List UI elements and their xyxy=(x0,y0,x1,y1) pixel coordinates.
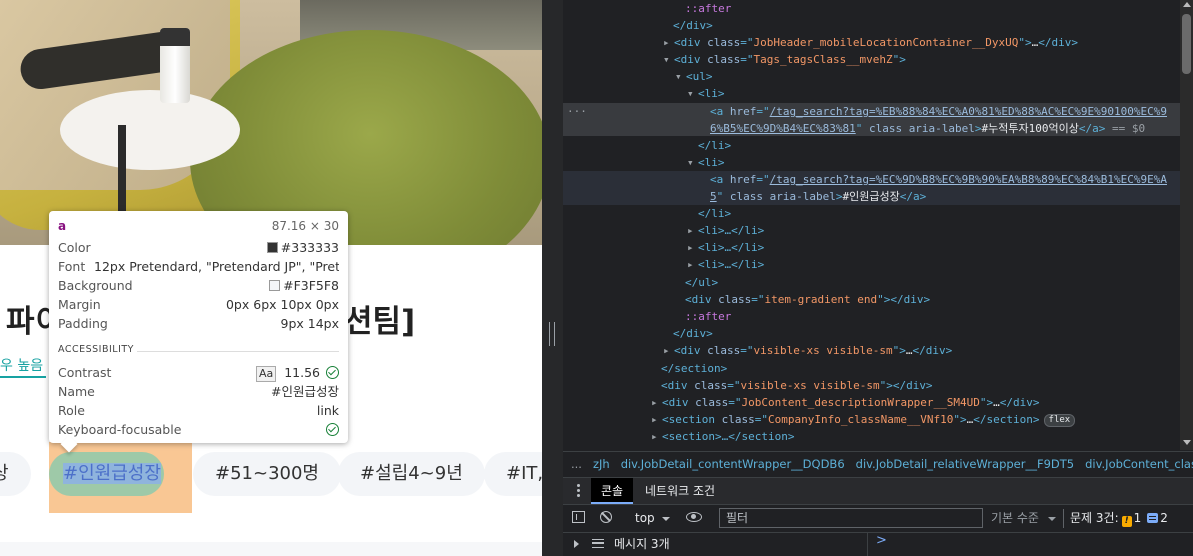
dom-node[interactable]: ▸ <div class="JobHeader_mobileLocationCon… xyxy=(663,34,1078,51)
dom-node[interactable]: ▸ <div class="JobContent_descriptionWrapp… xyxy=(651,394,1040,411)
dom-node[interactable]: ▾ <div class="Tags_tagsClass__mvehZ"> xyxy=(663,51,906,68)
devtools-panel: ::after </div> ▸ <div class="JobHeader_mo… xyxy=(563,0,1193,556)
elements-tree: ::after </div> ▸ <div class="JobHeader_mo… xyxy=(563,0,1180,450)
tooltip-divider xyxy=(137,351,339,352)
dom-node[interactable]: </section> xyxy=(661,360,727,377)
tooltip-element-size: 87.16 × 30 xyxy=(271,219,339,233)
dom-node[interactable]: ::after xyxy=(685,0,731,17)
breadcrumb-item[interactable]: div.JobContent_class xyxy=(1085,457,1193,471)
inspect-tooltip: a 87.16 × 30 Color #333333 Font 12px Pre… xyxy=(49,211,348,443)
expand-caret-icon[interactable] xyxy=(574,540,579,548)
dom-node-hovered[interactable]: <a href="/tag_search?tag=%EC%9D%B8%EC%9B… xyxy=(710,171,1167,188)
breadcrumb-item[interactable]: div.JobDetail_relativeWrapper__F9DT5 xyxy=(856,457,1074,471)
drawer-tabbar: 콘솔 네트워크 조건 xyxy=(563,477,1193,504)
dom-node[interactable]: <div class="visible-xs visible-sm"></div… xyxy=(661,377,933,394)
tab-network-conditions[interactable]: 네트워크 조건 xyxy=(645,478,715,504)
section-divider xyxy=(0,542,542,556)
tag-chip[interactable]: #설립4~9년 xyxy=(338,452,485,496)
console-filter-input[interactable]: 필터 xyxy=(719,508,983,528)
tooltip-row-contrast: Contrast Aa 11.56 xyxy=(58,363,339,382)
live-expression-eye-icon[interactable] xyxy=(686,512,702,522)
issues-counter[interactable]: 문제 3건:! 1 2 xyxy=(1070,505,1168,532)
tooltip-row-margin: Margin 0px 6px 10px 0px xyxy=(58,297,339,312)
tag-chip[interactable]: 상 xyxy=(0,452,31,496)
tooltip-row-background: Background #F3F5F8 xyxy=(58,278,339,293)
dom-node[interactable]: ▾ <li> xyxy=(687,85,725,102)
chevron-down-icon[interactable] xyxy=(1048,517,1056,521)
scroll-down-icon[interactable] xyxy=(1183,440,1191,445)
dom-node[interactable]: ::after xyxy=(685,308,731,325)
breadcrumb: ... zJh div.JobDetail_contentWrapper__DQDB… xyxy=(563,451,1193,477)
job-title-right: 션팀] xyxy=(344,304,416,340)
check-circle-icon xyxy=(326,366,339,379)
dom-node[interactable]: ▸ <section class="CompanyInfo_className__… xyxy=(651,411,1076,428)
dom-node[interactable]: ▸ <div class="visible-xs visible-sm">…</d… xyxy=(663,342,952,359)
dom-node[interactable]: </li> xyxy=(698,205,731,222)
messages-count[interactable]: 메시지 3개 xyxy=(614,532,670,556)
dom-node-hovered-cont[interactable]: 5" class aria-label>#인원급성장</a> xyxy=(710,188,926,205)
console-prompt[interactable]: > xyxy=(876,532,887,550)
tooltip-row-font: Font 12px Pretendard, "Pretendard JP", "… xyxy=(58,259,339,274)
tab-console[interactable]: 콘솔 xyxy=(591,478,634,504)
dom-node[interactable]: ▾ <li> xyxy=(687,154,725,171)
console-divider[interactable] xyxy=(867,532,868,556)
breadcrumb-item[interactable]: zJh xyxy=(593,457,610,471)
dom-node[interactable]: ▸ <li>…</li> xyxy=(687,256,764,273)
console-toolbar: top 필터 기본 수준 문제 3건:! 1 2 xyxy=(563,504,1193,533)
scrollbar-thumb[interactable] xyxy=(1182,14,1191,74)
tooltip-row-keyboard: Keyboard-focusable xyxy=(58,420,339,439)
console-sidebar: 메시지 3개 xyxy=(563,532,867,556)
scroll-up-icon[interactable] xyxy=(1183,2,1191,7)
chevron-down-icon[interactable] xyxy=(662,517,670,521)
toolbar-divider xyxy=(1063,509,1064,528)
sidebar-toggle-icon[interactable] xyxy=(572,511,585,523)
node-actions-icon[interactable]: ··· xyxy=(567,103,587,120)
hero-photo xyxy=(0,0,542,245)
flex-badge[interactable]: flex xyxy=(1043,414,1076,427)
clear-console-icon[interactable] xyxy=(600,511,612,523)
check-circle-icon xyxy=(326,423,339,436)
dom-node-selected[interactable]: <a href="/tag_search?tag=%EB%88%84%EC%A0… xyxy=(710,103,1167,120)
tooltip-row-name: Name #인원급성장 xyxy=(58,384,339,399)
dom-node[interactable]: </li> xyxy=(698,137,731,154)
info-message-icon xyxy=(1147,513,1159,523)
dom-node[interactable]: </div> xyxy=(673,325,713,342)
dom-node-selected-cont[interactable]: 6%B5%EC%9D%B4%EC%83%81" class aria-label… xyxy=(710,120,1145,137)
color-swatch-icon xyxy=(266,242,278,253)
dom-node[interactable]: ▾ <ul> xyxy=(675,68,713,85)
dom-node[interactable]: ▸ <li>…</li> xyxy=(687,239,764,256)
web-page: 파이 션팀] 우 높음 상 #인원급성장 #51~300명 #설립4~9년 #I… xyxy=(0,0,542,556)
tooltip-row-color: Color #333333 xyxy=(58,240,339,255)
color-swatch-icon xyxy=(269,280,281,291)
dom-node[interactable]: </ul> xyxy=(685,274,718,291)
dom-node[interactable]: ▸ <section>…</section> xyxy=(651,428,794,445)
breadcrumb-overflow[interactable]: ... xyxy=(571,457,582,471)
tooltip-row-padding: Padding 9px 14px xyxy=(58,316,339,331)
panel-splitter[interactable] xyxy=(542,0,563,556)
dom-node[interactable]: </div> xyxy=(673,17,713,34)
context-selector[interactable]: top xyxy=(635,505,655,532)
dom-node[interactable]: ▸ <li>…</li> xyxy=(687,222,764,239)
splitter-grip-icon[interactable] xyxy=(549,322,555,346)
list-icon xyxy=(592,539,604,548)
tag-chip[interactable]: #IT, xyxy=(484,452,542,496)
tooltip-section-heading: ACCESSIBILITY xyxy=(58,344,134,355)
tag-chip[interactable]: #51~300명 xyxy=(193,452,341,496)
dom-node[interactable]: <div class="item-gradient end"></div> xyxy=(685,291,930,308)
warning-icon: ! xyxy=(1121,516,1132,527)
breadcrumb-item[interactable]: div.JobDetail_contentWrapper__DQDB6 xyxy=(621,457,845,471)
tooltip-row-role: Role link xyxy=(58,403,339,418)
log-level-dropdown[interactable]: 기본 수준 xyxy=(991,505,1039,532)
tag-chip-highlighted[interactable]: #인원급성장 xyxy=(49,452,164,496)
tooltip-element-tag: a xyxy=(58,219,67,233)
more-options-icon[interactable] xyxy=(577,484,580,499)
response-rate-badge[interactable]: 우 높음 xyxy=(0,355,47,378)
